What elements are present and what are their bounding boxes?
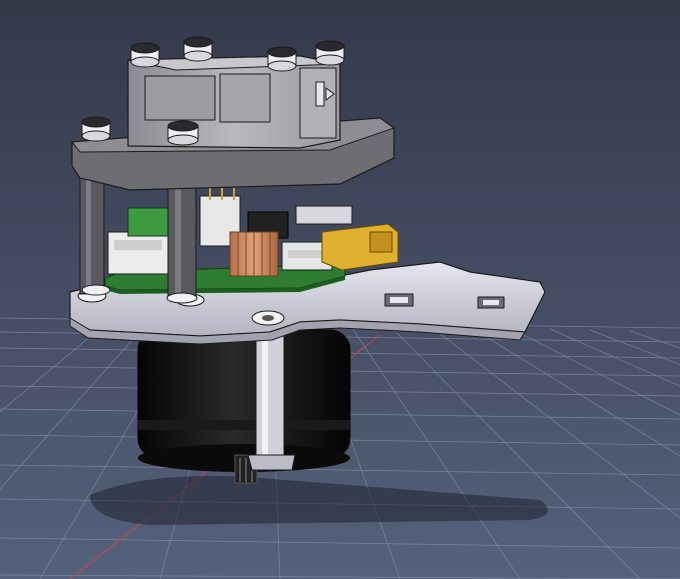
cad-scene [0, 0, 680, 579]
cad-viewport[interactable] [0, 0, 680, 579]
heatsink [229, 231, 279, 277]
top-housing [127, 55, 341, 149]
power-connector [321, 223, 399, 271]
standoff-foot [166, 292, 198, 304]
standoff-foot [81, 284, 111, 296]
stepper-motor [137, 329, 351, 484]
